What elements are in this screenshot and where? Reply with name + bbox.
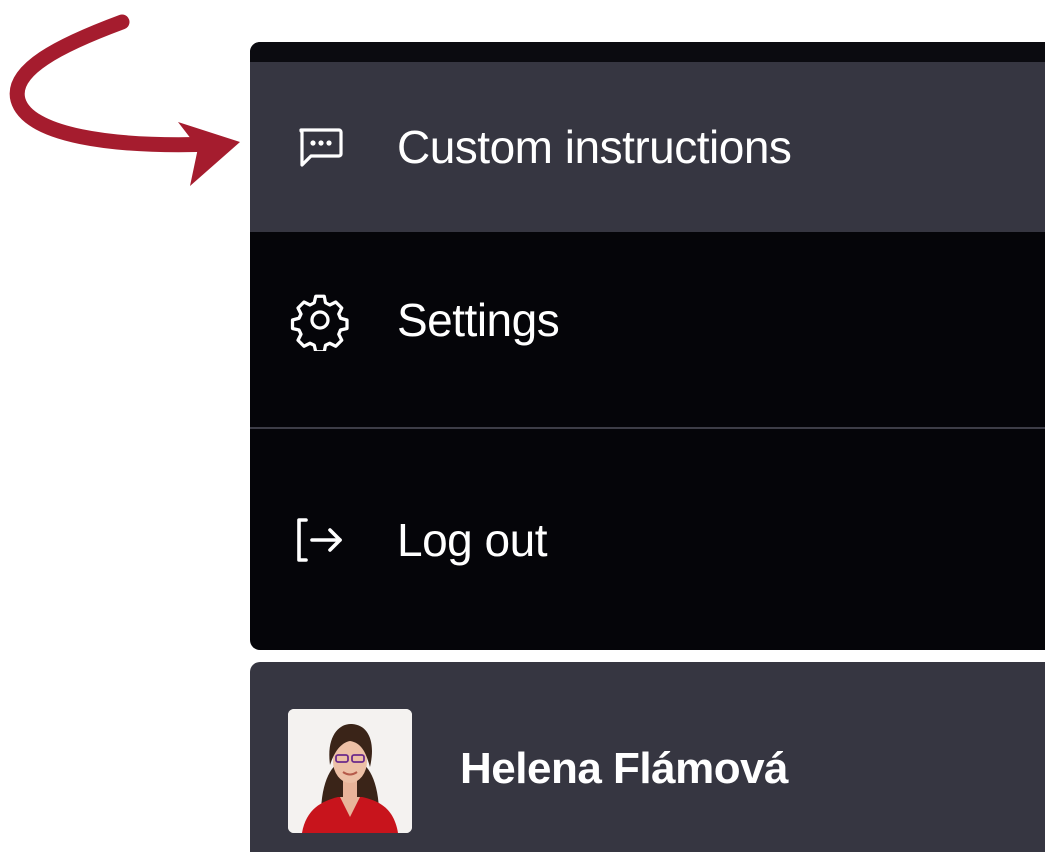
menu-item-label: Settings [397,294,560,346]
chat-bubble-icon [290,117,350,177]
menu-divider [250,427,1045,429]
user-name: Helena Flámová [460,744,789,793]
menu-top-strip [250,42,1045,62]
menu-item-label: Log out [397,514,547,566]
annotation-arrow [9,14,240,186]
avatar [288,709,412,833]
gear-icon [290,290,350,351]
menu-item-settings[interactable]: Settings [250,232,1045,408]
menu-item-logout[interactable]: Log out [250,430,1045,650]
menu-item-custom-instructions[interactable]: Custom instructions [250,62,1045,232]
logout-icon [290,510,350,570]
menu-item-label: Custom instructions [397,121,792,173]
account-menu: Custom instructions Settings Log out [250,42,1045,650]
user-profile-button[interactable]: Helena Flámová [250,662,1045,852]
